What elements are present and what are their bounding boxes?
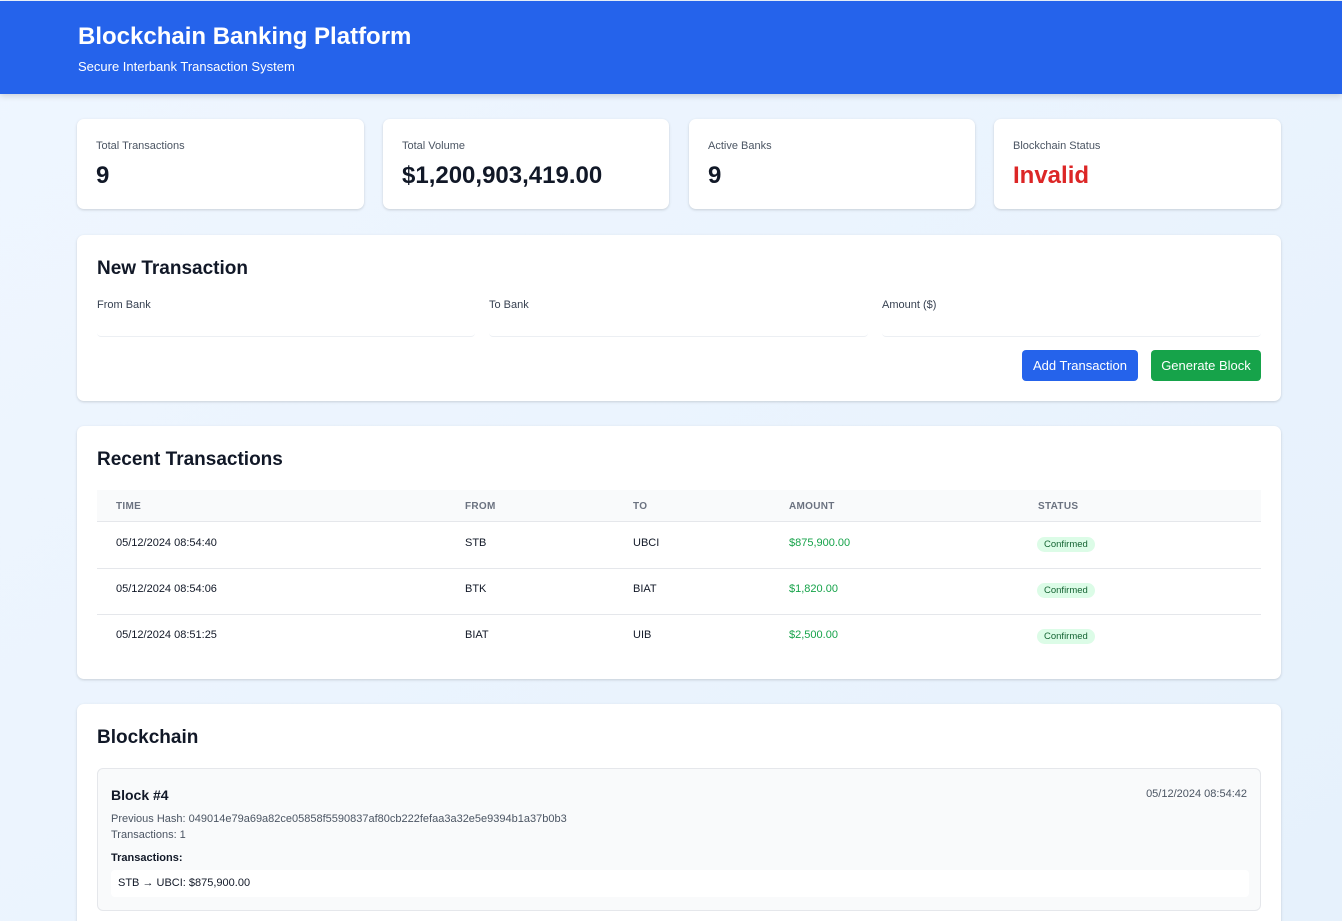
- stat-label: Total Transactions: [96, 140, 185, 152]
- from-bank-input[interactable]: [97, 315, 475, 337]
- amount-input[interactable]: [882, 315, 1261, 337]
- status-badge: Confirmed: [1037, 537, 1095, 552]
- block-title: Block #4: [111, 787, 169, 803]
- cell-amount: $875,900.00: [789, 537, 851, 549]
- table-row: 05/12/2024 08:54:40 STB UBCI $875,900.00…: [97, 523, 1261, 569]
- stat-card-blockchain-status: Blockchain Status Invalid: [994, 119, 1281, 209]
- block-previous-hash: Previous Hash: 049014e79a69a82ce05858f55…: [111, 813, 567, 825]
- block-transactions-label: Transactions:: [111, 852, 183, 864]
- cell-amount: $2,500.00: [789, 629, 838, 641]
- cell-from: BTK: [465, 583, 487, 595]
- column-header-status: STATUS: [1038, 501, 1079, 512]
- cell-time: 05/12/2024 08:51:25: [116, 629, 217, 641]
- to-bank-input[interactable]: [489, 315, 868, 337]
- section-title: New Transaction: [97, 258, 248, 279]
- column-header-to: TO: [633, 501, 648, 512]
- stat-value: 9: [708, 162, 722, 189]
- amount-label: Amount ($): [882, 299, 937, 311]
- status-badge: Confirmed: [1037, 583, 1095, 598]
- to-bank-label: To Bank: [489, 299, 529, 311]
- cell-to: BIAT: [633, 583, 657, 595]
- stat-value: 9: [96, 162, 110, 189]
- cell-time: 05/12/2024 08:54:40: [116, 537, 217, 549]
- new-transaction-panel: New Transaction From Bank To Bank Amount…: [77, 235, 1281, 401]
- blockchain-panel: Blockchain Block #4 05/12/2024 08:54:42 …: [77, 704, 1281, 921]
- stat-label: Total Volume: [402, 140, 465, 152]
- status-badge: Confirmed: [1037, 629, 1095, 644]
- column-header-time: TIME: [116, 501, 142, 512]
- stat-label: Blockchain Status: [1013, 140, 1101, 152]
- cell-from: STB: [465, 537, 487, 549]
- column-header-amount: AMOUNT: [789, 501, 835, 512]
- recent-transactions-panel: Recent Transactions TIME FROM TO AMOUNT …: [77, 426, 1281, 679]
- block-transaction-count: Transactions: 1: [111, 829, 186, 841]
- block-timestamp: 05/12/2024 08:54:42: [1146, 788, 1247, 800]
- stat-label: Active Banks: [708, 140, 772, 152]
- blockchain-status-value: Invalid: [1013, 162, 1090, 189]
- stat-card-active-banks: Active Banks 9: [689, 119, 975, 209]
- cell-from: BIAT: [465, 629, 489, 641]
- stat-card-total-transactions: Total Transactions 9: [77, 119, 364, 209]
- stat-card-total-volume: Total Volume $1,200,903,419.00: [383, 119, 669, 209]
- app-header: Blockchain Banking Platform Secure Inter…: [0, 1, 1342, 94]
- block-transaction-item: STB → UBCI: $875,900.00: [111, 870, 1249, 897]
- table-header: TIME FROM TO AMOUNT STATUS: [97, 490, 1261, 522]
- column-header-from: FROM: [465, 501, 496, 512]
- cell-amount: $1,820.00: [789, 583, 838, 595]
- add-transaction-button[interactable]: Add Transaction: [1022, 350, 1138, 381]
- generate-block-button[interactable]: Generate Block: [1151, 350, 1261, 381]
- table-row: 05/12/2024 08:51:25 BIAT UIB $2,500.00 C…: [97, 615, 1261, 661]
- cell-to: UIB: [633, 629, 652, 641]
- app-title: Blockchain Banking Platform: [78, 23, 412, 50]
- section-title: Recent Transactions: [97, 449, 283, 470]
- app-subtitle: Secure Interbank Transaction System: [78, 59, 295, 74]
- block-card: Block #4 05/12/2024 08:54:42 Previous Ha…: [97, 768, 1261, 911]
- cell-to: UBCI: [633, 537, 660, 549]
- table-row: 05/12/2024 08:54:06 BTK BIAT $1,820.00 C…: [97, 569, 1261, 615]
- section-title: Blockchain: [97, 727, 199, 748]
- cell-time: 05/12/2024 08:54:06: [116, 583, 217, 595]
- from-bank-label: From Bank: [97, 299, 151, 311]
- stat-value: $1,200,903,419.00: [402, 162, 603, 189]
